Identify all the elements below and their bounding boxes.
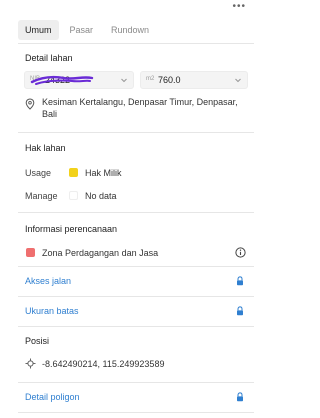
manage-label: Manage bbox=[25, 191, 58, 201]
chevron-down-icon[interactable] bbox=[119, 75, 129, 85]
info-icon[interactable] bbox=[235, 247, 246, 258]
manage-color-swatch bbox=[69, 191, 78, 200]
lock-icon bbox=[237, 392, 243, 402]
tab-bar: Umum Pasar Rundown bbox=[18, 20, 156, 40]
area-value: 760.0 bbox=[158, 75, 181, 85]
area-prefix: m2 bbox=[146, 76, 155, 82]
divider bbox=[18, 326, 254, 327]
redaction-scribble bbox=[30, 75, 94, 85]
lock-icon bbox=[237, 306, 243, 316]
divider bbox=[18, 43, 254, 44]
divider bbox=[18, 296, 254, 297]
akses-jalan-link[interactable]: Akses jalan bbox=[25, 276, 71, 286]
lock-icon bbox=[237, 276, 243, 286]
detail-poligon-link[interactable]: Detail poligon bbox=[25, 392, 80, 402]
chevron-down-icon[interactable] bbox=[233, 75, 243, 85]
divider bbox=[18, 382, 254, 383]
area-field[interactable]: m2 760.0 bbox=[140, 71, 248, 89]
usage-color-swatch bbox=[69, 168, 78, 177]
section-title-detail-lahan: Detail lahan bbox=[25, 53, 73, 63]
tab-umum[interactable]: Umum bbox=[18, 20, 59, 40]
top-bar: ••• bbox=[0, 0, 272, 16]
tab-rundown[interactable]: Rundown bbox=[104, 20, 156, 40]
crosshair-icon bbox=[25, 358, 36, 369]
zone-color-swatch bbox=[26, 248, 35, 257]
usage-label: Usage bbox=[25, 168, 52, 178]
divider bbox=[18, 212, 254, 213]
divider bbox=[18, 132, 254, 133]
location-pin-icon bbox=[25, 98, 35, 110]
section-title-posisi: Posisi bbox=[25, 336, 50, 346]
tab-pasar[interactable]: Pasar bbox=[63, 20, 101, 40]
usage-value: Hak Milik bbox=[85, 168, 122, 178]
section-title-informasi-perencanaan: Informasi perencanaan bbox=[25, 224, 118, 234]
manage-value: No data bbox=[85, 191, 117, 201]
ukuran-batas-link[interactable]: Ukuran batas bbox=[25, 306, 79, 316]
divider bbox=[18, 266, 254, 267]
divider bbox=[18, 412, 254, 413]
more-options-button[interactable]: ••• bbox=[232, 2, 246, 12]
zone-label: Zona Perdagangan dan Jasa bbox=[42, 248, 159, 258]
section-title-hak-lahan: Hak lahan bbox=[25, 143, 66, 153]
address-text: Kesiman Kertalangu, Denpasar Timur, Denp… bbox=[42, 97, 238, 119]
coordinates-text: -8.642490214, 115.249923589 bbox=[42, 359, 165, 369]
